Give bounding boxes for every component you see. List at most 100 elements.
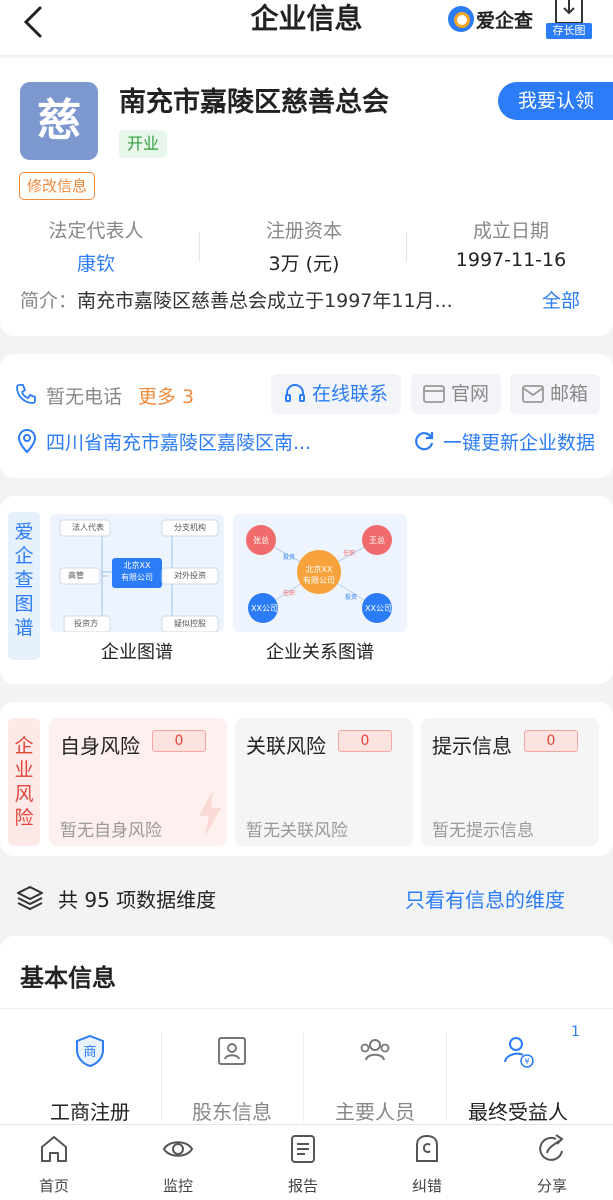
online-contact-button[interactable]: 在线联系 [271, 374, 401, 414]
website-button[interactable]: 官网 [411, 374, 501, 414]
vertical-char: 图 [14, 593, 34, 615]
notice-info-tile[interactable]: 提示信息 0 暂无提示信息 [421, 718, 599, 846]
vertical-char: 企 [14, 735, 34, 757]
ultimate-beneficiary-item[interactable]: ¥ 最终受益人 [448, 1034, 588, 1125]
divider [446, 1032, 447, 1122]
stat-value: 1997-11-16 [455, 249, 567, 271]
risk-subtitle: 暂无关联风险 [246, 821, 348, 841]
nav-correction[interactable]: 纠错 [377, 1133, 477, 1196]
relation-node-label: XX公司 [365, 604, 392, 613]
enterprise-graph-caption[interactable]: 企业图谱 [50, 638, 224, 664]
mail-icon [522, 385, 544, 403]
nav-home[interactable]: 首页 [4, 1133, 104, 1196]
divider [0, 1008, 613, 1009]
stat-label: 注册资本 [265, 220, 342, 242]
save-long-label: 存长图 [546, 23, 592, 39]
graph-node-label: 投资方 [74, 619, 98, 628]
address-link[interactable]: 四川省南充市嘉陵区嘉陵区南... [46, 428, 311, 455]
report-icon [291, 1135, 315, 1163]
self-risk-tile[interactable]: 自身风险 0 暂无自身风险 [49, 718, 227, 846]
beneficiary-count-badge: 1 [571, 1024, 580, 1040]
nav-monitor[interactable]: 监控 [128, 1133, 228, 1196]
item-label: 工商注册 [50, 1100, 130, 1124]
id-card-icon [218, 1037, 246, 1065]
vertical-char: 风 [14, 783, 34, 805]
item-label: 股东信息 [192, 1100, 272, 1124]
eye-icon [162, 1141, 194, 1157]
phone-icon [16, 384, 36, 404]
company-name: 南充市嘉陵区慈善总会 [119, 87, 389, 118]
beneficiary-icon: ¥ [504, 1037, 534, 1068]
refresh-data-button[interactable]: 一键更新企业数据 [443, 428, 595, 455]
vertical-char: 爱 [14, 521, 34, 543]
claim-button[interactable]: 我要认领 [498, 82, 613, 120]
stat-label: 成立日期 [472, 220, 549, 242]
svg-text:商: 商 [83, 1045, 96, 1060]
legal-representative-link[interactable]: 康钦 [6, 249, 186, 276]
vertical-char: 险 [14, 807, 34, 829]
risk-count-badge: 0 [152, 730, 206, 752]
nav-label: 首页 [38, 1177, 69, 1195]
headset-icon [284, 384, 305, 402]
risk-count-badge: 0 [338, 730, 392, 752]
bottom-navigation: 首页 监控 报告 纠错 分享 [0, 1124, 613, 1200]
divider [406, 232, 407, 262]
enterprise-risk-label: 企 业 风 险 [8, 718, 40, 846]
company-card: 慈 南充市嘉陵区慈善总会 开业 修改信息 我要认领 法定代表人 康钦 注册资本 … [0, 58, 613, 336]
risk-title: 提示信息 [432, 734, 512, 758]
relation-graph-caption[interactable]: 企业关系图谱 [233, 638, 407, 664]
enterprise-graph-thumbnail[interactable]: 北京XX 有限公司 法人代表 分支机构 高管 对外投资 投资方 疑似控股 [50, 514, 224, 632]
nav-report[interactable]: 报告 [253, 1133, 353, 1196]
aiqicha-logo-icon [448, 6, 474, 32]
lightning-icon [199, 790, 221, 836]
center-line: 北京XX [123, 561, 151, 570]
risk-subtitle: 暂无提示信息 [432, 821, 534, 841]
only-with-info-toggle[interactable]: 只看有信息的维度 [405, 884, 565, 913]
vertical-char: 谱 [14, 617, 34, 639]
nav-label: 纠错 [411, 1177, 442, 1195]
relation-center-node: 北京XX 有限公司 [297, 564, 341, 586]
center-line: 有限公司 [121, 573, 153, 582]
graph-card: 爱 企 查 图 谱 北京XX 有限公司 法人代表 分支机构 高管 对外投资 投资… [0, 496, 613, 684]
item-label: 最终受益人 [468, 1100, 568, 1124]
graph-node-label: 高管 [68, 571, 84, 580]
relation-edge-label: 投资 [345, 594, 358, 601]
risk-count-badge: 0 [524, 730, 578, 752]
aiqicha-graph-label: 爱 企 查 图 谱 [8, 512, 40, 660]
relation-node-label: 张总 [253, 536, 269, 545]
shareholder-info-item[interactable]: 股东信息 [162, 1034, 302, 1125]
svg-text:¥: ¥ [524, 1057, 529, 1066]
graph-node-label: 法人代表 [72, 523, 104, 532]
website-label: 官网 [450, 383, 489, 405]
nav-share[interactable]: 分享 [502, 1133, 602, 1196]
key-personnel-item[interactable]: 主要人员 [305, 1034, 445, 1125]
risk-title: 自身风险 [60, 734, 140, 758]
related-risk-tile[interactable]: 关联风险 0 暂无关联风险 [235, 718, 413, 846]
legal-representative: 法定代表人 康钦 [6, 216, 186, 276]
correction-icon [416, 1134, 438, 1162]
layers-icon [17, 886, 43, 911]
relation-graph-thumbnail[interactable]: 北京XX 有限公司 张总 王总 XX公司 XX公司 投资 任职 任职 投资 [233, 514, 407, 632]
save-long-image-button[interactable]: 存长图 [546, 0, 592, 40]
download-icon [555, 0, 583, 24]
email-button[interactable]: 邮箱 [510, 374, 600, 414]
contact-card: 暂无电话 更多 3 在线联系 官网 邮箱 四川省南充市嘉陵区嘉陵区南... 一键… [0, 354, 613, 478]
business-registration-item[interactable]: 商 工商注册 [20, 1034, 160, 1125]
company-intro: 简介：南充市嘉陵区慈善总会成立于1997年11月... [20, 286, 453, 313]
relation-node-label: XX公司 [251, 604, 278, 613]
modify-info-button[interactable]: 修改信息 [19, 172, 96, 200]
share-icon [539, 1134, 564, 1161]
nav-label: 报告 [287, 1177, 318, 1195]
email-label: 邮箱 [549, 383, 588, 405]
brand-name: 爱企查 [476, 9, 534, 32]
more-phones-link[interactable]: 更多 3 [138, 382, 194, 409]
graph-node-label: 疑似控股 [174, 619, 206, 628]
home-icon [41, 1136, 67, 1162]
divider [303, 1032, 304, 1122]
phone-text: 暂无电话 [46, 386, 123, 408]
intro-all-link[interactable]: 全部 [542, 286, 580, 313]
registered-capital: 注册资本 3万 (元) [214, 216, 394, 276]
center-line: 北京XX [305, 565, 333, 574]
graph-center-node: 北京XX 有限公司 [112, 560, 162, 584]
relation-edge-label: 任职 [283, 590, 296, 597]
